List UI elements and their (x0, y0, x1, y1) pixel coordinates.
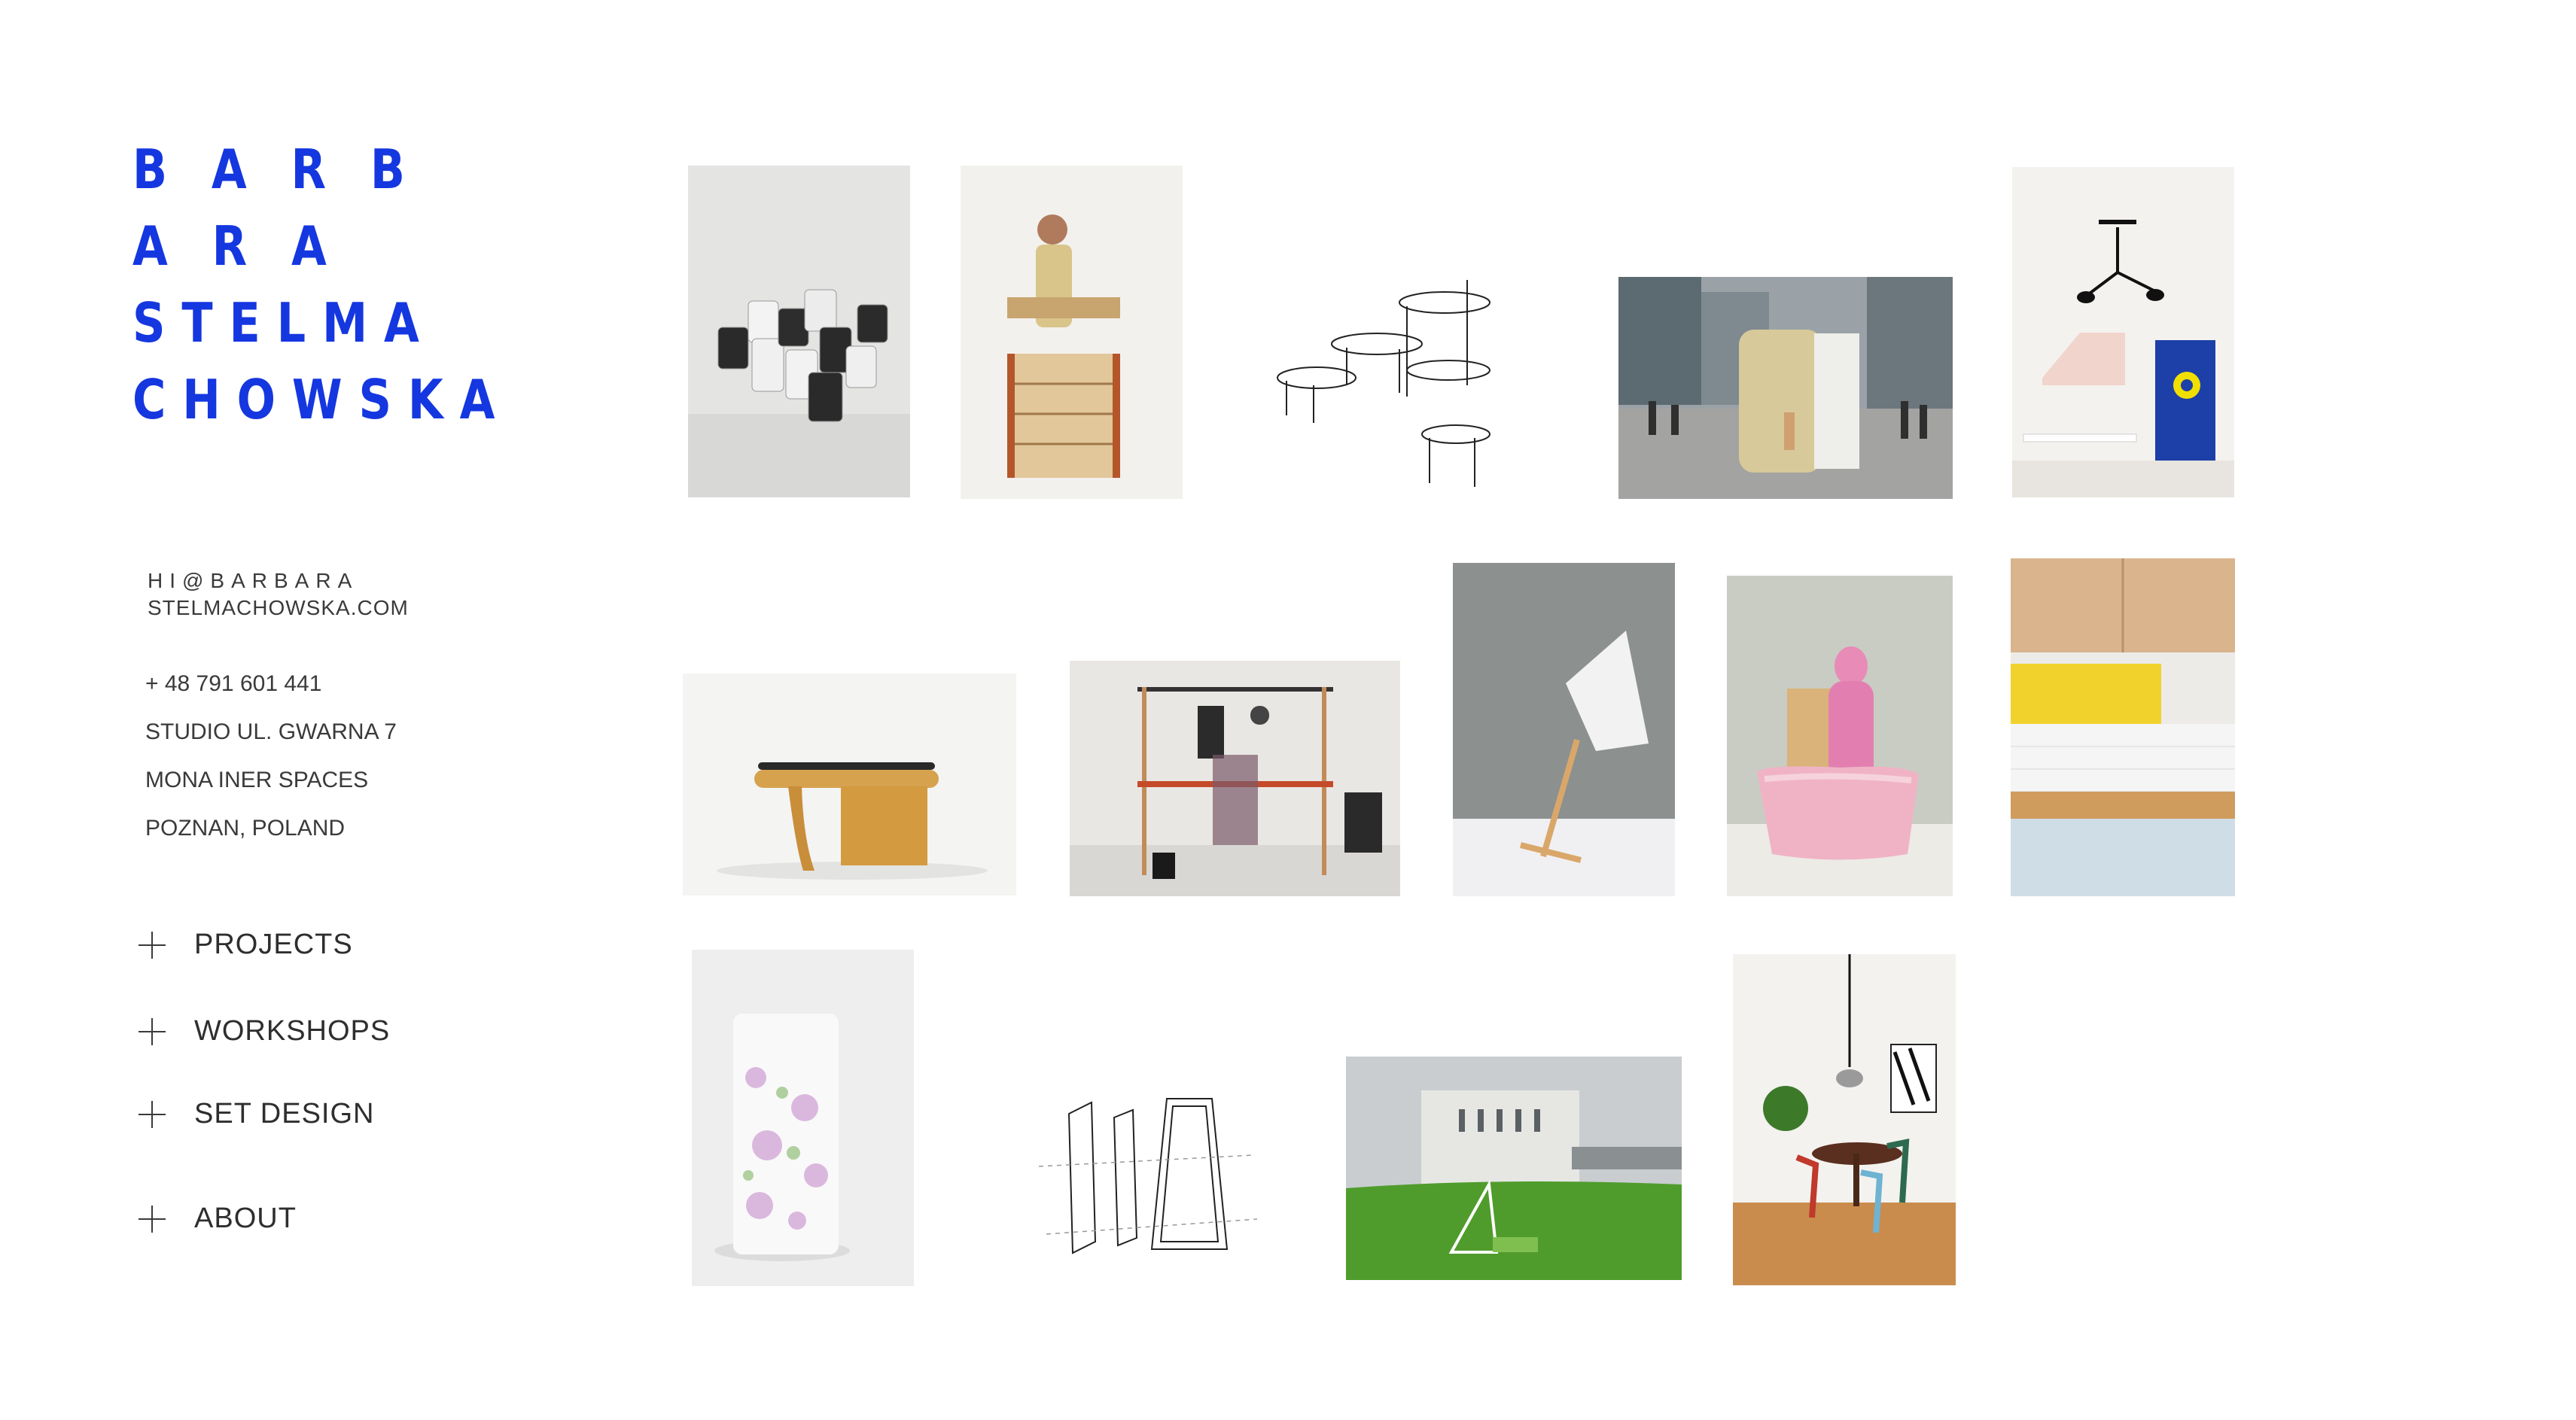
logo-line-1: BARB (132, 138, 449, 201)
project-thumbnail[interactable] (1346, 1057, 1682, 1280)
address-line-2: MONA INER SPACES (145, 768, 369, 792)
project-thumbnail[interactable] (1271, 265, 1530, 491)
plus-icon (139, 1205, 166, 1233)
nav-about-label: ABOUT (194, 1203, 297, 1234)
contact-email-block: HI@BARBARA STELMACHOWSKA.COM (148, 567, 409, 622)
project-thumbnail[interactable] (2012, 167, 2234, 497)
nav-about[interactable]: ABOUT (139, 1203, 297, 1235)
logo-line-2: ARA (132, 214, 371, 278)
plus-icon (139, 931, 166, 959)
address-line-3: POZNAN, POLAND (145, 816, 346, 841)
project-thumbnail[interactable] (1727, 576, 1953, 896)
site-logo[interactable]: BARB ARA STELMA CHOWSKA (132, 131, 583, 438)
project-thumbnail[interactable] (1453, 563, 1675, 896)
email-line-2: STELMACHOWSKA.COM (148, 596, 409, 619)
project-thumbnail[interactable] (2011, 558, 2235, 896)
project-thumbnail[interactable] (1070, 661, 1400, 896)
nav-set-design-label: SET DESIGN (194, 1098, 375, 1130)
nav-projects-label: PROJECTS (194, 929, 353, 960)
project-thumbnail[interactable] (1039, 1084, 1257, 1278)
plus-icon (139, 1017, 166, 1045)
nav-projects[interactable]: PROJECTS (139, 929, 353, 961)
email-link[interactable]: HI@BARBARA STELMACHOWSKA.COM (148, 567, 409, 622)
project-thumbnail[interactable] (1618, 277, 1953, 499)
project-thumbnail[interactable] (683, 674, 1016, 895)
plus-icon (139, 1100, 166, 1128)
project-thumbnail[interactable] (688, 166, 910, 497)
project-thumbnail[interactable] (1733, 954, 1956, 1285)
logo-line-4: CHOWSKA (132, 368, 512, 431)
nav-workshops[interactable]: WORKSHOPS (139, 1015, 390, 1048)
project-thumbnail[interactable] (692, 950, 914, 1286)
nav-set-design[interactable]: SET DESIGN (139, 1098, 374, 1130)
phone-number: + 48 791 601 441 (145, 671, 322, 696)
address-line-1: STUDIO UL. GWARNA 7 (145, 719, 397, 744)
logo-line-3: STELMA (132, 291, 436, 354)
email-line-1: HI@BARBARA (148, 569, 359, 592)
project-thumbnail[interactable] (961, 166, 1183, 499)
nav-workshops-label: WORKSHOPS (194, 1015, 391, 1047)
